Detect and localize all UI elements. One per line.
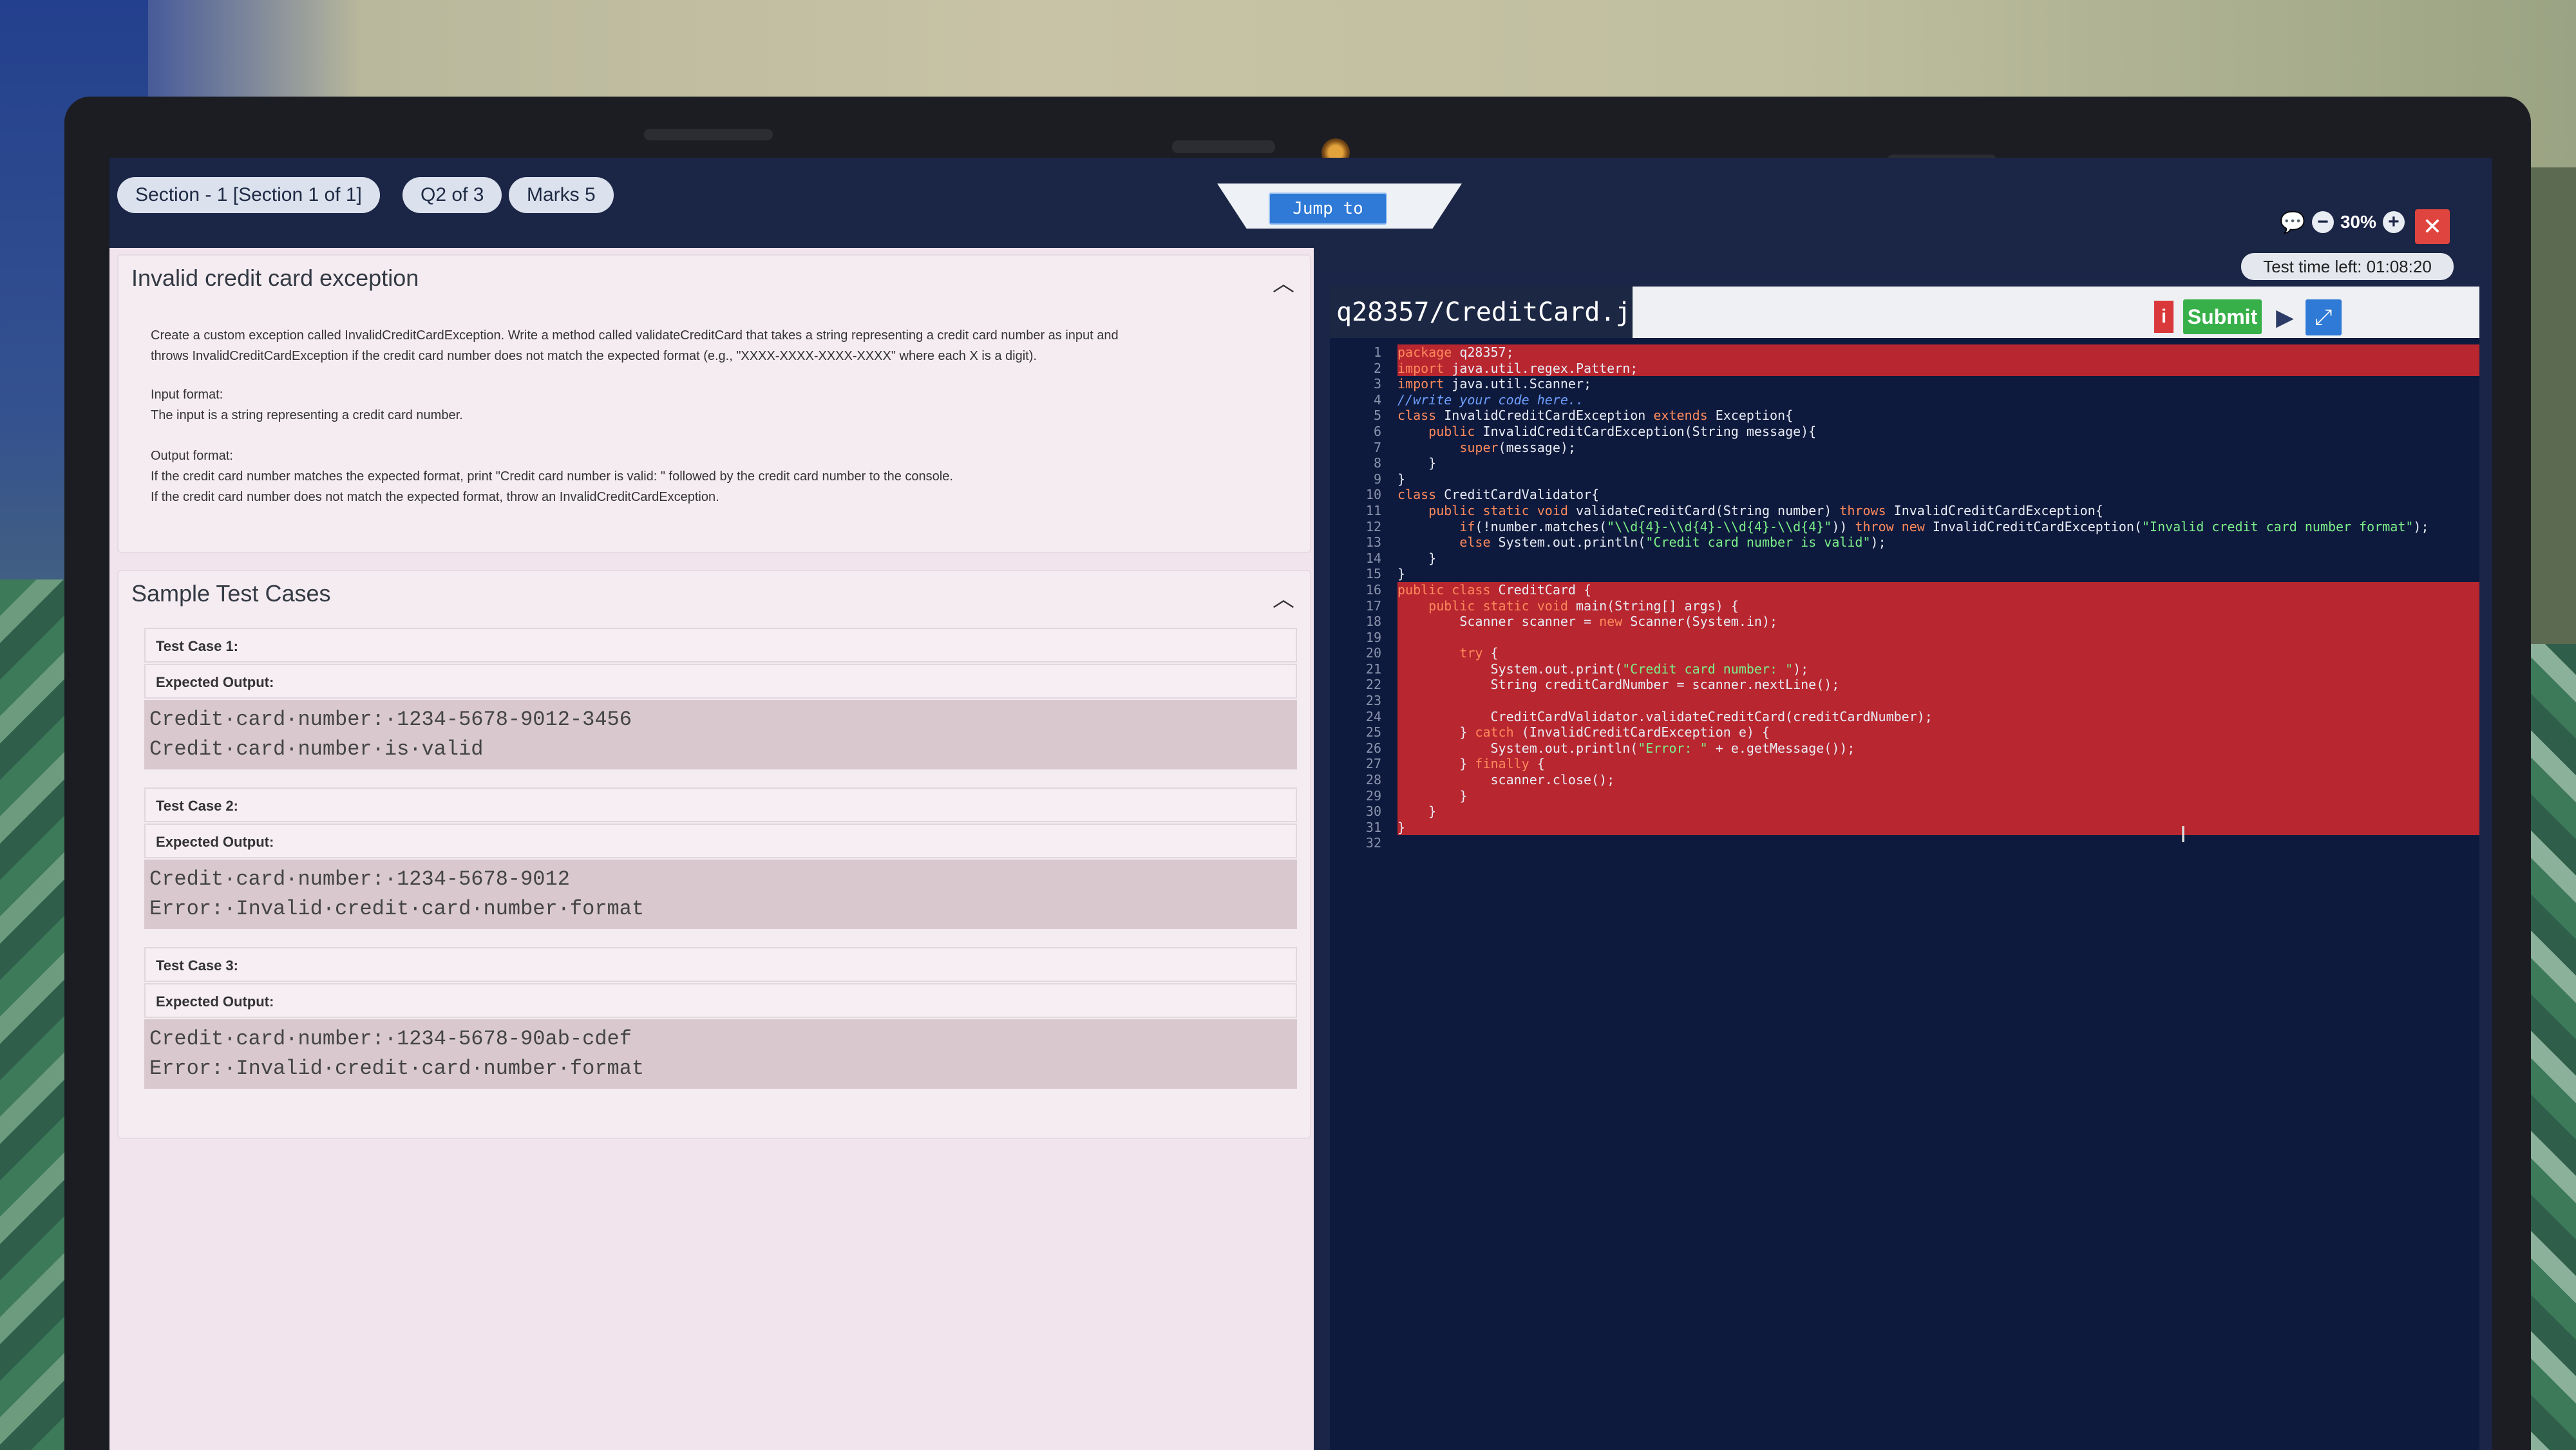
test-case-label: Test Case 3: — [144, 947, 1297, 982]
code-line: 4//write your code here.. — [1373, 391, 1584, 408]
output-format-section: Output format: If the credit card number… — [151, 446, 1271, 507]
code-line: 22 String creditCardNumber = scanner.nex… — [1330, 677, 2479, 693]
output-line: Credit·card·number:·1234-5678-9012 — [149, 867, 570, 891]
sample-test-cases-card: Sample Test Cases ︿ Test Case 1: Expecte… — [117, 570, 1311, 1139]
code-line: 9} — [1373, 471, 1406, 487]
code-line: 13 else System.out.println("Credit card … — [1365, 534, 1886, 551]
input-format-section: Input format: The input is a string repr… — [151, 384, 1271, 426]
code-line: 21 System.out.print("Credit card number:… — [1330, 661, 2479, 677]
zoom-level: 30% — [2340, 212, 2376, 232]
output-line: Credit·card·number·is·valid — [149, 737, 484, 761]
code-line: 26 System.out.println("Error: " + e.getM… — [1330, 740, 2479, 757]
jump-to-button[interactable]: Jump to — [1269, 193, 1387, 225]
code-line: 23 — [1330, 693, 2479, 709]
output-format-line: If the credit card number matches the ex… — [151, 469, 953, 484]
collapse-chevron-icon[interactable]: ︿ — [1273, 581, 1294, 613]
code-line: 10 class CreditCardValidator{ — [1365, 487, 1600, 503]
zoom-in-icon[interactable]: + — [2382, 211, 2405, 233]
code-line: 30 } — [1330, 804, 2479, 820]
expected-output-label: Expected Output: — [144, 824, 1297, 858]
code-line: 2 import java.util.regex.Pattern; — [1330, 360, 2479, 377]
text-cursor-icon: I — [2180, 821, 2187, 847]
code-line: 17 public static void main(String[] args… — [1330, 598, 2479, 614]
expand-icon[interactable]: ⤢ — [2306, 299, 2342, 335]
collapse-chevron-icon[interactable]: ︿ — [1273, 266, 1294, 297]
submit-button[interactable]: Submit — [2183, 299, 2262, 334]
code-line: 6 public InvalidCreditCardException(Stri… — [1373, 423, 1817, 439]
code-line: 11 public static void validateCreditCard… — [1365, 502, 2103, 518]
input-format-text: The input is a string representing a cre… — [151, 408, 463, 422]
expected-output-block: Credit·card·number:·1234-5678-90ab-cdef … — [144, 1019, 1297, 1089]
editor-toolbar — [1633, 287, 2479, 338]
output-format-line: If the credit card number does not match… — [151, 490, 719, 504]
chat-icon[interactable]: 💬 — [2280, 210, 2306, 234]
time-left-badge: Test time left: 01:08:20 — [2241, 253, 2454, 280]
code-line: 19 — [1330, 629, 2479, 646]
code-line: 27 } finally { — [1330, 756, 2479, 773]
code-line: 7 super(message); — [1373, 439, 1576, 455]
bezel-detail — [1172, 140, 1275, 153]
sample-title: Sample Test Cases — [131, 580, 331, 607]
code-line: 25 } catch (InvalidCreditCardException e… — [1330, 724, 2479, 740]
code-line: 3 import java.util.Scanner; — [1373, 376, 1592, 392]
close-button[interactable]: ✕ — [2415, 209, 2450, 244]
file-tab[interactable]: q28357/CreditCard.ja — [1330, 287, 1633, 338]
code-line: 28 scanner.close(); — [1330, 772, 2479, 788]
section-pill[interactable]: Section - 1 [Section 1 of 1] — [117, 177, 380, 213]
code-line: 31} — [1330, 819, 2479, 836]
question-pill[interactable]: Q2 of 3 — [402, 177, 502, 213]
bezel-detail — [644, 129, 773, 140]
problem-description: Create a custom exception called Invalid… — [151, 325, 1271, 366]
info-button[interactable]: i — [2154, 301, 2174, 333]
run-icon[interactable]: ▶ — [2272, 303, 2298, 332]
zoom-controls: 💬 − 30% + — [2280, 209, 2405, 235]
output-line: Credit·card·number:·1234-5678-9012-3456 — [149, 708, 632, 731]
code-editor-panel: q28357/CreditCard.ja i Submit ▶ ⤢ 1 packa… — [1330, 287, 2479, 1450]
code-line: 24 CreditCardValidator.validateCreditCar… — [1330, 708, 2479, 725]
marks-pill: Marks 5 — [509, 177, 614, 213]
expected-output-label: Expected Output: — [144, 983, 1297, 1018]
output-line: Error:·Invalid·credit·card·number·format — [149, 897, 645, 921]
test-case-label: Test Case 1: — [144, 628, 1297, 663]
code-line: 5 class InvalidCreditCardException extend… — [1373, 408, 1794, 424]
code-line: 32 — [1365, 835, 1381, 851]
problem-title: Invalid credit card exception — [131, 265, 419, 291]
code-line: 8 } — [1373, 455, 1437, 471]
output-format-heading: Output format: — [151, 449, 233, 463]
code-line: 12 if(!number.matches("\\d{4}-\\d{4}-\\d… — [1365, 518, 2429, 534]
output-line: Credit·card·number:·1234-5678-90ab-cdef — [149, 1027, 632, 1051]
laptop-screen: Section - 1 [Section 1 of 1] Q2 of 3 Mar… — [109, 158, 2492, 1450]
zoom-out-icon[interactable]: − — [2311, 211, 2334, 233]
code-line: 14 } — [1365, 550, 1437, 566]
description-line: throws InvalidCreditCardException if the… — [151, 349, 1037, 363]
expected-output-block: Credit·card·number:·1234-5678-9012 Error… — [144, 860, 1297, 929]
code-line: 18 Scanner scanner = new Scanner(System.… — [1330, 614, 2479, 630]
expected-output-block: Credit·card·number:·1234-5678-9012-3456 … — [144, 700, 1297, 769]
code-line: 20 try { — [1330, 645, 2479, 661]
code-line: 16 public class CreditCard { — [1330, 581, 2479, 598]
code-line: 15} — [1365, 566, 1406, 582]
problem-card: Invalid credit card exception ︿ Create a… — [117, 254, 1311, 553]
input-format-heading: Input format: — [151, 388, 223, 402]
problem-panel: Invalid credit card exception ︿ Create a… — [109, 248, 1314, 1450]
code-line: 1 package q28357; — [1330, 344, 2479, 361]
output-line: Error:·Invalid·credit·card·number·format — [149, 1057, 645, 1080]
test-case-label: Test Case 2: — [144, 787, 1297, 822]
description-line: Create a custom exception called Invalid… — [151, 328, 1119, 343]
expected-output-label: Expected Output: — [144, 664, 1297, 699]
code-line: 29 } — [1330, 787, 2479, 804]
code-area[interactable]: 1 package q28357; 2 import java.util.regex… — [1330, 344, 2479, 851]
